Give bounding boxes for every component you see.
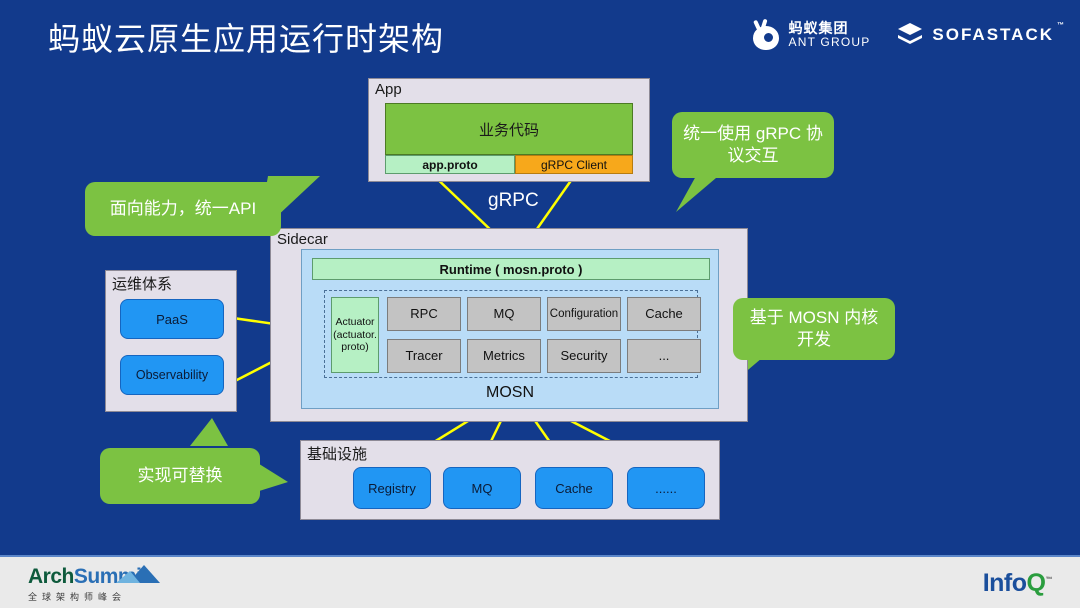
sofastack-mark-icon xyxy=(898,23,923,44)
app-panel: App 业务代码 app.proto gRPC Client xyxy=(368,78,650,182)
ant-group-en-label: ANT GROUP xyxy=(788,35,871,50)
ant-group-mark-icon xyxy=(751,18,781,50)
ant-group-cn-label: 蚂蚁集团 xyxy=(788,20,849,37)
infra-item-mq: MQ xyxy=(443,467,521,509)
ops-item-observability: Observability xyxy=(120,355,224,395)
infra-item-more: ...... xyxy=(627,467,705,509)
mosn-container: Runtime ( mosn.proto ) Actuator(actuator… xyxy=(301,249,719,409)
mosn-label: MOSN xyxy=(486,384,534,401)
capability-cache: Cache xyxy=(627,297,701,331)
callout-grpc: 统一使用 gRPC 协议交互 xyxy=(672,112,834,178)
actuator-box: Actuator(actuator.proto) xyxy=(331,297,379,373)
sidecar-panel: Sidecar Runtime ( mosn.proto ) Actuator(… xyxy=(270,228,748,422)
grpc-protocol-label: gRPC xyxy=(488,190,539,211)
capability-mq: MQ xyxy=(467,297,541,331)
archsummit-logo: ArchSummit 全球架构师峰会 xyxy=(28,565,160,603)
capability-metrics: Metrics xyxy=(467,339,541,373)
footer-bar: ArchSummit 全球架构师峰会 InfoQ™ xyxy=(0,555,1080,608)
capability-security: Security xyxy=(547,339,621,373)
infoq-logo: InfoQ™ xyxy=(982,569,1053,597)
ops-panel: 运维体系 PaaS Observability xyxy=(105,270,237,412)
sidecar-panel-label: Sidecar xyxy=(277,231,328,248)
ant-group-logo: 蚂蚁集团 ANT GROUP xyxy=(751,18,871,50)
capability-more: ... xyxy=(627,339,701,373)
callout-unified-api: 面向能力，统一API xyxy=(85,182,281,236)
page-title: 蚂蚁云原生应用运行时架构 xyxy=(48,21,445,57)
grpc-client-box: gRPC Client xyxy=(515,155,633,174)
business-code-box: 业务代码 xyxy=(385,103,633,155)
app-panel-label: App xyxy=(375,81,402,98)
capability-tracer: Tracer xyxy=(387,339,461,373)
ops-panel-label: 运维体系 xyxy=(112,276,173,293)
infra-item-registry: Registry xyxy=(353,467,431,509)
mountain-icon xyxy=(116,565,160,583)
infra-panel: 基础设施 Registry MQ Cache ...... xyxy=(300,440,720,520)
capability-rpc: RPC xyxy=(387,297,461,331)
callout-replaceable: 实现可替换 xyxy=(100,448,260,504)
app-proto-box: app.proto xyxy=(385,155,515,174)
slide-canvas: 蚂蚁云原生应用运行时架构 蚂蚁集团 ANT GROUP SOFASTACK™ xyxy=(0,0,1080,608)
sofastack-logo: SOFASTACK ™ xyxy=(896,22,1064,48)
capabilities-group: Actuator(actuator.proto) RPC MQ Configur… xyxy=(324,290,701,378)
ops-item-paas: PaaS xyxy=(120,299,224,339)
sofastack-wordmark: SOFASTACK ™ xyxy=(932,22,1064,44)
brand-logos: 蚂蚁集团 ANT GROUP SOFASTACK ™ xyxy=(751,18,1064,50)
runtime-bar: Runtime ( mosn.proto ) xyxy=(312,258,710,280)
callout-mosn-kernel: 基于 MOSN 内核开发 xyxy=(733,298,895,360)
infra-item-cache: Cache xyxy=(535,467,613,509)
infra-panel-label: 基础设施 xyxy=(307,446,368,463)
capability-configuration: Configuration xyxy=(547,297,621,331)
archsummit-subtitle: 全球架构师峰会 xyxy=(28,592,127,602)
